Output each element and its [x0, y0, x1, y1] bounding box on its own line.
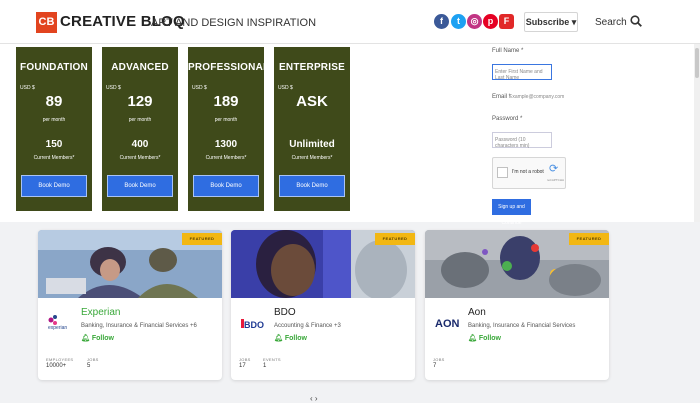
plan-card-professional: PROFESSIONAL USD $ 189 per month 1300 Cu…	[188, 47, 270, 211]
stat-label: EMPLOYEES	[46, 357, 74, 362]
email-field[interactable]: Example@company.com	[507, 90, 564, 106]
plan-member-count: 400	[131, 139, 149, 150]
company-industry: Banking, Insurance & Financial Services	[468, 323, 576, 329]
company-industry: Accounting & Finance +3	[274, 323, 341, 329]
plan-period: per month	[214, 117, 238, 123]
stat-value: 1	[263, 363, 267, 369]
plan-period: per month	[128, 117, 152, 123]
plan-currency: USD $	[278, 85, 293, 91]
aon-logo: AON	[435, 318, 460, 330]
plan-member-count: Unlimited	[289, 139, 335, 150]
stat-value: 5	[87, 363, 91, 369]
stat-label: JOBS	[87, 357, 99, 362]
follow-button[interactable]: 🔔︎ Follow	[81, 334, 114, 342]
plan-price: 189	[213, 93, 239, 110]
bell-icon: 🔔︎	[274, 335, 285, 342]
book-demo-button[interactable]: Book Demo	[107, 175, 173, 197]
plan-period: per month	[42, 117, 66, 123]
bdo-logo: BDO	[241, 319, 264, 330]
company-card-aon[interactable]: FEATURED AON Aon Banking, Insurance & Fi…	[425, 230, 609, 380]
featured-badge: FEATURED	[182, 233, 222, 245]
company-industry: Banking, Insurance & Financial Services …	[81, 323, 197, 329]
svg-text:AON: AON	[435, 318, 460, 330]
plan-member-label: Current Members*	[119, 155, 161, 161]
recaptcha-checkbox[interactable]	[497, 167, 508, 178]
stat-label: JOBS	[433, 357, 445, 362]
plan-card-advanced: ADVANCED USD $ 129 per month 400 Current…	[102, 47, 178, 211]
company-card-bdo[interactable]: FEATURED BDO BDO Accounting & Finance +3…	[231, 230, 415, 380]
book-demo-button[interactable]: Book Demo	[21, 175, 87, 197]
company-name[interactable]: BDO	[274, 307, 296, 318]
search-icon[interactable]	[630, 15, 642, 27]
signup-continue-button[interactable]: Sign up and Continue	[492, 199, 531, 226]
pinterest-icon[interactable]: p	[483, 14, 498, 29]
plan-price: 129	[127, 93, 153, 110]
logo-badge[interactable]: CB	[36, 12, 57, 33]
stat-value: 17	[239, 363, 246, 369]
bell-icon: 🔔︎	[81, 335, 92, 342]
plan-currency: USD $	[106, 85, 121, 91]
plan-price: 89	[45, 93, 63, 110]
twitter-icon[interactable]: t	[451, 14, 466, 29]
plan-member-label: Current Members*	[291, 155, 333, 161]
plan-name: FOUNDATION	[20, 62, 88, 73]
stat-value: 10000+	[46, 363, 67, 369]
plan-member-count: 1300	[214, 139, 238, 150]
featured-badge: FEATURED	[569, 233, 609, 245]
plan-name: PROFESSIONAL	[188, 62, 270, 73]
stat-label: JOBS	[239, 357, 251, 362]
plan-name: ADVANCED	[111, 62, 169, 73]
svg-text:experian: experian	[48, 325, 67, 331]
password-field[interactable]: Password (10 characters min)	[492, 132, 552, 149]
plan-card-foundation: FOUNDATION USD $ 89 per month 150 Curren…	[16, 47, 92, 211]
plan-currency: USD $	[192, 85, 207, 91]
featured-badge: FEATURED	[375, 233, 415, 245]
recaptcha-brand: reCAPTCHA	[547, 178, 565, 182]
plan-currency: USD $	[20, 85, 35, 91]
follow-button[interactable]: 🔔︎ Follow	[274, 334, 307, 342]
plan-card-enterprise: ENTERPRISE USD $ ASK Unlimited Current M…	[274, 47, 350, 211]
follow-label: Follow	[478, 335, 502, 342]
stat-value: 7	[433, 363, 437, 369]
full-name-field[interactable]: Enter First Name and Last Name	[492, 64, 552, 81]
recaptcha-label: I'm not a robot	[512, 169, 544, 175]
book-demo-button[interactable]: Book Demo	[193, 175, 259, 197]
svg-text:BDO: BDO	[244, 320, 264, 330]
search-label[interactable]: Search	[595, 17, 627, 28]
plan-member-label: Current Members*	[33, 155, 75, 161]
follow-label: Follow	[91, 335, 115, 342]
site-tagline: ART AND DESIGN INSPIRATION	[151, 17, 317, 29]
plan-member-label: Current Members*	[205, 155, 247, 161]
facebook-icon[interactable]: f	[434, 14, 449, 29]
recaptcha-widget: I'm not a robot ⟳ reCAPTCHA	[492, 157, 566, 189]
instagram-icon[interactable]: ◎	[467, 14, 482, 29]
password-label: Password *	[492, 116, 523, 122]
bell-icon: 🔔︎	[468, 335, 479, 342]
company-name[interactable]: Aon	[468, 307, 486, 318]
follow-label: Follow	[284, 335, 308, 342]
experian-logo: experian	[48, 315, 67, 331]
recaptcha-icon: ⟳	[549, 163, 559, 175]
scrollbar-thumb[interactable]	[695, 48, 699, 78]
stat-label: EVENTS	[263, 357, 281, 362]
company-card-experian[interactable]: FEATURED experian Experian Banking, Insu…	[38, 230, 222, 380]
plan-name: ENTERPRISE	[279, 62, 345, 73]
top-bar: CB CREATIVE BLOQ ART AND DESIGN INSPIRAT…	[0, 0, 700, 44]
book-demo-button[interactable]: Book Demo	[279, 175, 345, 197]
plan-member-count: 150	[45, 139, 63, 150]
full-name-label: Full Name *	[492, 48, 524, 54]
flipboard-icon[interactable]: F	[499, 14, 514, 29]
carousel-pager[interactable]: ‹ ›	[310, 394, 318, 403]
follow-button[interactable]: 🔔︎ Follow	[468, 334, 501, 342]
subscribe-button[interactable]: Subscribe ▾	[524, 12, 578, 32]
plan-price: ASK	[296, 93, 328, 110]
company-name[interactable]: Experian	[81, 307, 120, 318]
